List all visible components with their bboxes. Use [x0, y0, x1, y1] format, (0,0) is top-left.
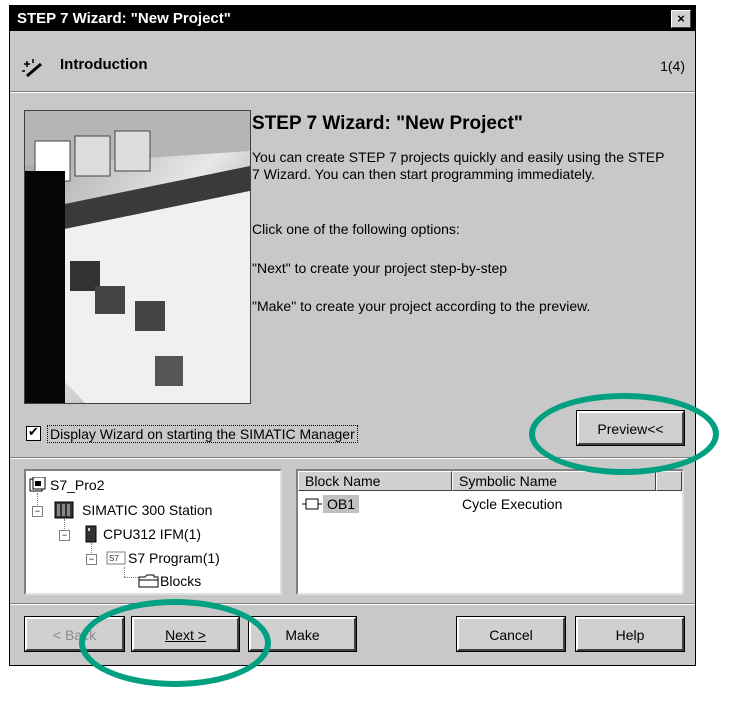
title-bar[interactable]: STEP 7 Wizard: "New Project" ×: [10, 6, 695, 31]
folder-icon: [138, 574, 159, 588]
header-separator: [10, 91, 695, 93]
page-title: Introduction: [60, 56, 148, 73]
options-paragraph: Click one of the following options:: [252, 221, 460, 237]
content-title: STEP 7 Wizard: "New Project": [252, 113, 523, 134]
tree-label: S7 Program(1): [128, 550, 220, 566]
block-icon: [302, 498, 322, 510]
column-header-label: Block Name: [305, 473, 381, 489]
station-icon: [54, 501, 74, 519]
cpu-icon: [85, 525, 97, 543]
block-name-cell: OB1: [323, 495, 360, 513]
simatic-screenshot-image: [25, 111, 250, 403]
tree-label: Blocks: [160, 573, 202, 589]
help-button[interactable]: Help: [575, 616, 685, 652]
next-highlight-circle: [79, 599, 271, 687]
cancel-button-label: Cancel: [489, 627, 533, 643]
close-icon[interactable]: ×: [677, 11, 685, 26]
footer-separator: [10, 603, 695, 605]
collapse-icon[interactable]: −: [59, 530, 70, 541]
wizard-window: STEP 7 Wizard: "New Project" × Introduct…: [9, 5, 696, 666]
wizard-header: Introduction 1(4): [10, 31, 695, 91]
collapse-icon[interactable]: −: [32, 506, 43, 517]
tree-line: [37, 493, 39, 507]
step-counter: 1(4): [660, 58, 685, 74]
column-header-filler: [656, 471, 682, 491]
intro-paragraph: You can create STEP 7 projects quickly a…: [252, 149, 665, 182]
close-button[interactable]: ×: [671, 10, 691, 28]
cancel-button[interactable]: Cancel: [456, 616, 566, 652]
wand-icon: [22, 59, 42, 78]
help-button-label: Help: [615, 627, 645, 643]
next-description: "Next" to create your project step-by-st…: [252, 260, 508, 276]
display-wizard-label[interactable]: Display Wizard on starting the SIMATIC M…: [47, 425, 358, 443]
preview-image: [24, 110, 251, 404]
window-title: STEP 7 Wizard: "New Project": [17, 10, 231, 27]
column-header-label: Symbolic Name: [459, 473, 558, 489]
tree-label: S7_Pro2: [50, 477, 105, 493]
preview-highlight-circle: [529, 393, 719, 475]
tree-line: [124, 567, 126, 577]
column-header-block-name[interactable]: Block Name: [298, 471, 452, 491]
program-icon: S7: [106, 551, 126, 565]
blocks-table[interactable]: Block Name Symbolic Name OB1 Cycle Execu…: [296, 469, 684, 595]
make-description: "Make" to create your project according …: [252, 298, 591, 314]
tree-line: [64, 519, 66, 529]
project-tree[interactable]: S7_Pro2 − SIMATIC 300 Station − CPU312 I…: [24, 469, 282, 595]
tree-label: CPU312 IFM(1): [103, 526, 202, 542]
tree-line: [124, 577, 138, 579]
collapse-icon[interactable]: −: [86, 554, 97, 565]
tree-label: SIMATIC 300 Station: [82, 502, 213, 518]
table-row[interactable]: OB1 Cycle Execution: [298, 495, 682, 513]
tree-line: [91, 543, 93, 553]
svg-text:S7: S7: [109, 554, 119, 563]
display-wizard-checkbox[interactable]: [26, 424, 41, 441]
make-button-label: Make: [285, 627, 320, 643]
symbolic-name-cell: Cycle Execution: [462, 496, 563, 512]
project-icon: [29, 477, 46, 492]
